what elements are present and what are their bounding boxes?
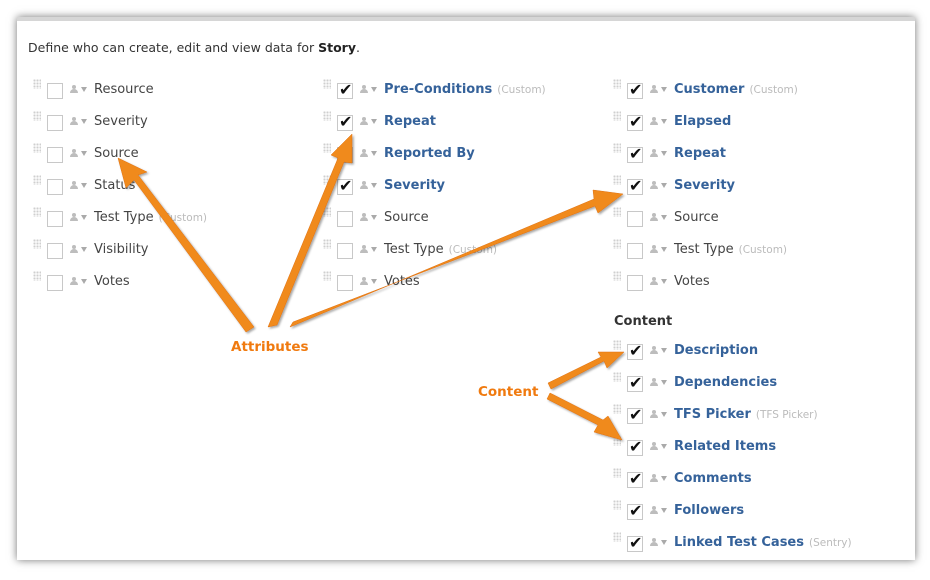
arrow-to-reported-by [267,133,353,328]
arrow-to-source [117,157,255,333]
arrow-to-description [547,351,625,390]
annotation-arrows [117,133,625,441]
callout-content: Content [478,384,539,400]
arrow-to-severity [289,189,624,328]
callout-attributes: Attributes [231,339,309,355]
arrow-group [117,133,625,441]
arrow-to-related-items [546,392,623,441]
